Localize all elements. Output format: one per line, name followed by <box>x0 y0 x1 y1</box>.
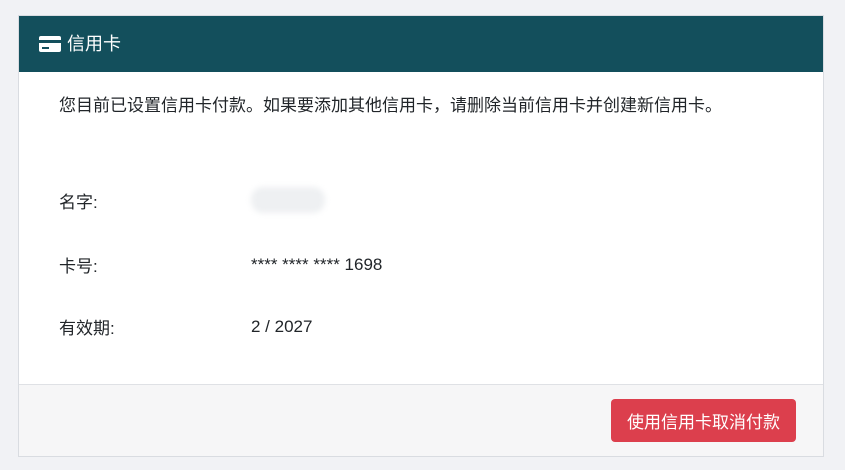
card-header: 信用卡 <box>19 16 823 72</box>
card-number-value: **** **** **** 1698 <box>251 254 383 274</box>
notice-text: 您目前已设置信用卡付款。如果要添加其他信用卡，请删除当前信用卡并创建新信用卡。 <box>59 96 722 115</box>
card-title: 信用卡 <box>67 34 121 54</box>
name-label: 名字: <box>59 192 98 212</box>
name-row: 名字: <box>59 187 325 213</box>
card-number-label: 卡号: <box>59 257 98 276</box>
card-number-row: 卡号: **** **** **** 1698 <box>59 252 382 277</box>
expiry-label: 有效期: <box>59 319 115 338</box>
credit-card-icon <box>39 36 61 52</box>
name-value-redacted <box>251 187 325 213</box>
card-footer: 使用信用卡取消付款 <box>19 384 823 456</box>
expiry-row: 有效期: 2 / 2027 <box>59 314 312 339</box>
cancel-card-payment-button[interactable]: 使用信用卡取消付款 <box>611 399 796 442</box>
credit-card-panel: 信用卡 您目前已设置信用卡付款。如果要添加其他信用卡，请删除当前信用卡并创建新信… <box>18 15 824 457</box>
expiry-value: 2 / 2027 <box>251 316 313 336</box>
